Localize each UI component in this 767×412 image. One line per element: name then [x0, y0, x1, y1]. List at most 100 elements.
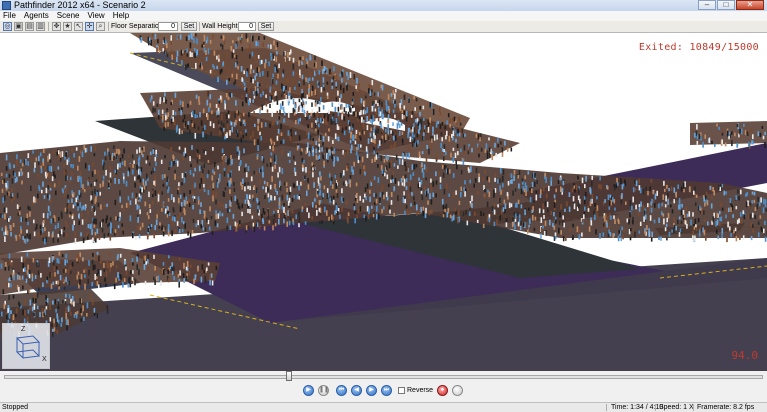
agent-figure	[181, 228, 184, 233]
agent-figure	[20, 229, 22, 234]
agent-figure	[77, 165, 79, 171]
agent-figure	[202, 227, 205, 231]
wall-height-input[interactable]: 0	[238, 22, 256, 31]
agent-figure	[189, 100, 192, 105]
skip-to-start-button[interactable]: ⏮	[336, 385, 347, 396]
agent-figure	[552, 223, 554, 228]
step-back-button[interactable]: ◀	[351, 385, 362, 396]
agent-figure	[228, 77, 230, 81]
record-stop-button[interactable]	[452, 385, 463, 396]
floor-separation-input[interactable]: 0	[158, 22, 178, 31]
record-button[interactable]: ●	[437, 385, 448, 396]
skip-to-end-button[interactable]: ⏭	[381, 385, 392, 396]
agent-figure	[276, 121, 279, 125]
menu-file[interactable]: File	[3, 11, 16, 21]
pause-button[interactable]: ❚❚	[318, 385, 329, 396]
agent-figure	[48, 165, 51, 171]
play-button[interactable]: ▶	[303, 385, 314, 396]
agent-figure	[95, 179, 98, 183]
agent-figure	[65, 187, 67, 193]
menu-view[interactable]: View	[87, 11, 104, 21]
agent-figure	[588, 226, 591, 232]
agent-figure	[5, 173, 8, 178]
agent-figure	[252, 212, 254, 216]
view-perspective-icon[interactable]: ◎	[3, 22, 12, 31]
orbit-tool-icon[interactable]: ✥	[52, 22, 61, 31]
agent-figure	[178, 257, 181, 261]
agent-figure	[36, 292, 39, 298]
pan-tool-icon[interactable]: ✛	[85, 22, 94, 31]
agent-figure	[703, 218, 706, 222]
agent-figure	[42, 149, 45, 153]
agent-figure	[163, 50, 166, 55]
agent-figure	[614, 219, 616, 224]
agent-figure	[608, 206, 611, 210]
timeline-slider-thumb[interactable]	[285, 371, 292, 381]
select-tool-icon[interactable]: ↖	[74, 22, 83, 31]
agent-figure	[266, 182, 269, 186]
agent-figure	[678, 204, 680, 210]
menu-agents[interactable]: Agents	[24, 11, 49, 21]
view-front-icon[interactable]: ▤	[25, 22, 34, 31]
agent-figure	[471, 195, 473, 202]
agent-figure	[220, 35, 223, 39]
agent-figure	[337, 177, 339, 183]
agent-figure	[207, 159, 210, 163]
fly-tool-icon[interactable]: ★	[63, 22, 72, 31]
agent-figure	[234, 195, 237, 201]
agent-figure	[525, 185, 528, 192]
agent-figure	[740, 128, 743, 135]
3d-viewport[interactable]: Exited: 10849/15000 94.0 Z X	[0, 33, 767, 371]
agent-figure	[297, 145, 300, 149]
agent-figure	[50, 218, 53, 224]
agent-figure	[183, 278, 185, 284]
agent-figure	[201, 65, 203, 70]
agent-figure	[142, 178, 145, 183]
agent-figure	[493, 189, 495, 194]
agent-figure	[204, 279, 207, 284]
agent-figure	[49, 272, 51, 278]
agent-figure	[10, 310, 12, 315]
agent-figure	[452, 156, 455, 163]
agent-figure	[181, 60, 183, 66]
maximize-button[interactable]: □	[717, 0, 735, 10]
agent-figure	[478, 153, 480, 158]
agent-figure	[520, 188, 523, 195]
agent-figure	[407, 193, 410, 200]
agent-figure	[343, 152, 346, 158]
agent-figure	[211, 231, 214, 235]
agent-figure	[170, 194, 173, 200]
agent-figure	[58, 180, 61, 186]
zoom-tool-icon[interactable]: ⌕	[96, 22, 105, 31]
close-button[interactable]: ✕	[736, 0, 764, 10]
agent-figure	[377, 103, 379, 107]
agent-figure	[212, 123, 215, 129]
floor-separation-set-button[interactable]: Set	[181, 22, 197, 31]
agent-figure	[211, 67, 214, 73]
agent-figure	[334, 210, 336, 215]
wall-height-set-button[interactable]: Set	[258, 22, 274, 31]
minimize-button[interactable]: –	[698, 0, 716, 10]
agent-figure	[320, 134, 322, 140]
menu-help[interactable]: Help	[113, 11, 129, 21]
agent-figure	[196, 114, 198, 118]
agent-figure	[17, 212, 20, 217]
menu-scene[interactable]: Scene	[57, 11, 80, 21]
agent-figure	[107, 232, 110, 236]
step-forward-button[interactable]: ▶	[366, 385, 377, 396]
agent-figure	[8, 174, 11, 178]
view-side-icon[interactable]: ▥	[36, 22, 45, 31]
view-top-icon[interactable]: ▣	[14, 22, 23, 31]
agent-figure	[288, 51, 291, 56]
timeline-track[interactable]	[4, 375, 763, 379]
agent-figure	[446, 183, 448, 190]
agent-figure	[281, 101, 284, 106]
agent-figure	[695, 130, 698, 136]
agent-figure	[256, 187, 258, 194]
agent-figure	[2, 180, 4, 184]
agent-figure	[314, 89, 317, 96]
agent-figure	[91, 199, 93, 205]
agent-figure	[651, 198, 653, 204]
agent-figure	[285, 85, 287, 90]
reverse-checkbox[interactable]	[398, 387, 405, 394]
